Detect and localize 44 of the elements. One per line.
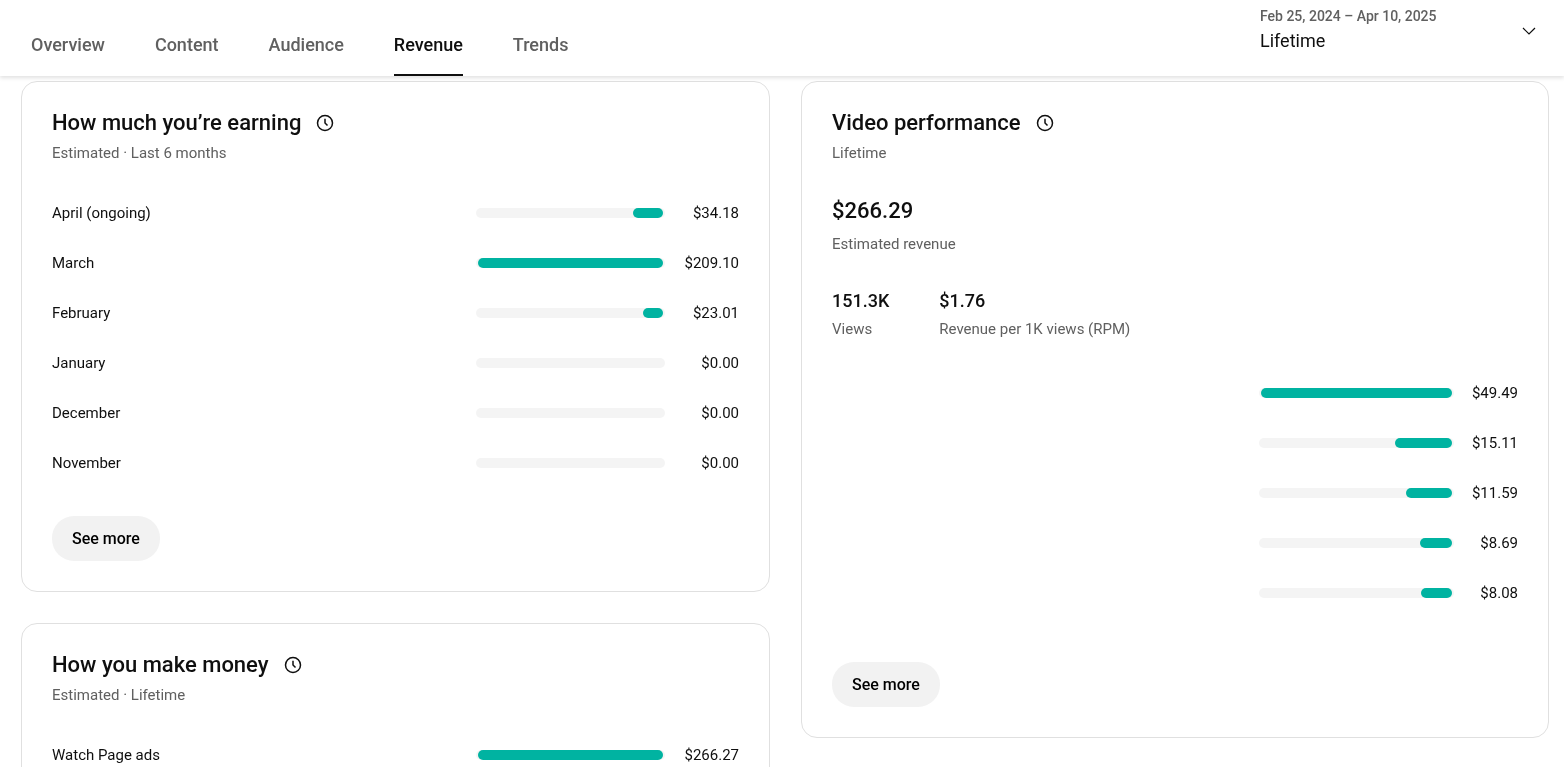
tab[interactable]: Audience	[268, 0, 344, 76]
stat-label: Views	[832, 320, 874, 338]
row-label: January	[52, 354, 107, 372]
stat-label: Revenue per 1K views (RPM)	[939, 320, 1131, 338]
clock-icon[interactable]	[282, 654, 303, 675]
clock-icon[interactable]	[315, 112, 336, 133]
period-label: Lifetime	[1260, 30, 1327, 51]
stat-value: 151.3K	[832, 290, 890, 311]
tab[interactable]: Revenue	[393, 0, 463, 76]
see-more-button[interactable]: See more	[52, 516, 160, 561]
row-label: Watch Page ads	[52, 746, 161, 764]
row-label: December	[52, 404, 122, 422]
row-value: $49.49	[1470, 384, 1518, 402]
date-range-dropdown[interactable]: Feb 25, 2024 – Apr 10, 2025 Lifetime	[1260, 0, 1564, 76]
row-label: February	[52, 304, 112, 322]
card-subtitle: Lifetime	[832, 144, 888, 162]
total-label: Estimated revenue	[832, 235, 957, 253]
row-value: $266.27	[683, 746, 739, 764]
tab[interactable]: Trends	[512, 0, 569, 76]
row-value: $0.00	[700, 404, 739, 422]
row-value: $0.00	[700, 454, 739, 472]
tab[interactable]: Content	[154, 0, 219, 76]
card-title: Video performance	[832, 110, 1021, 135]
see-more-button[interactable]: See more	[832, 662, 940, 707]
card-subtitle: Estimated · Last 6 months	[52, 144, 228, 162]
row-value: $8.08	[1479, 584, 1518, 602]
row-label: April (ongoing)	[52, 204, 152, 222]
tab[interactable]: Overview	[31, 0, 105, 76]
row-value: $11.59	[1470, 484, 1518, 502]
stat-value: $1.76	[939, 290, 987, 311]
date-range: Feb 25, 2024 – Apr 10, 2025	[1260, 8, 1437, 24]
row-label: November	[52, 454, 122, 472]
card-subtitle: Estimated · Lifetime	[52, 686, 187, 704]
clock-icon[interactable]	[1034, 112, 1055, 133]
row-value: $209.10	[683, 254, 739, 272]
card-title: How you make money	[52, 652, 269, 677]
row-value: $0.00	[700, 354, 739, 372]
card-title: How much you’re earning	[52, 110, 302, 135]
row-value: $34.18	[691, 204, 739, 222]
row-value: $8.69	[1479, 534, 1518, 552]
row-label: March	[52, 254, 96, 272]
row-value: $15.11	[1470, 434, 1518, 452]
total-revenue: $266.29	[832, 198, 915, 223]
row-value: $23.01	[691, 304, 739, 322]
